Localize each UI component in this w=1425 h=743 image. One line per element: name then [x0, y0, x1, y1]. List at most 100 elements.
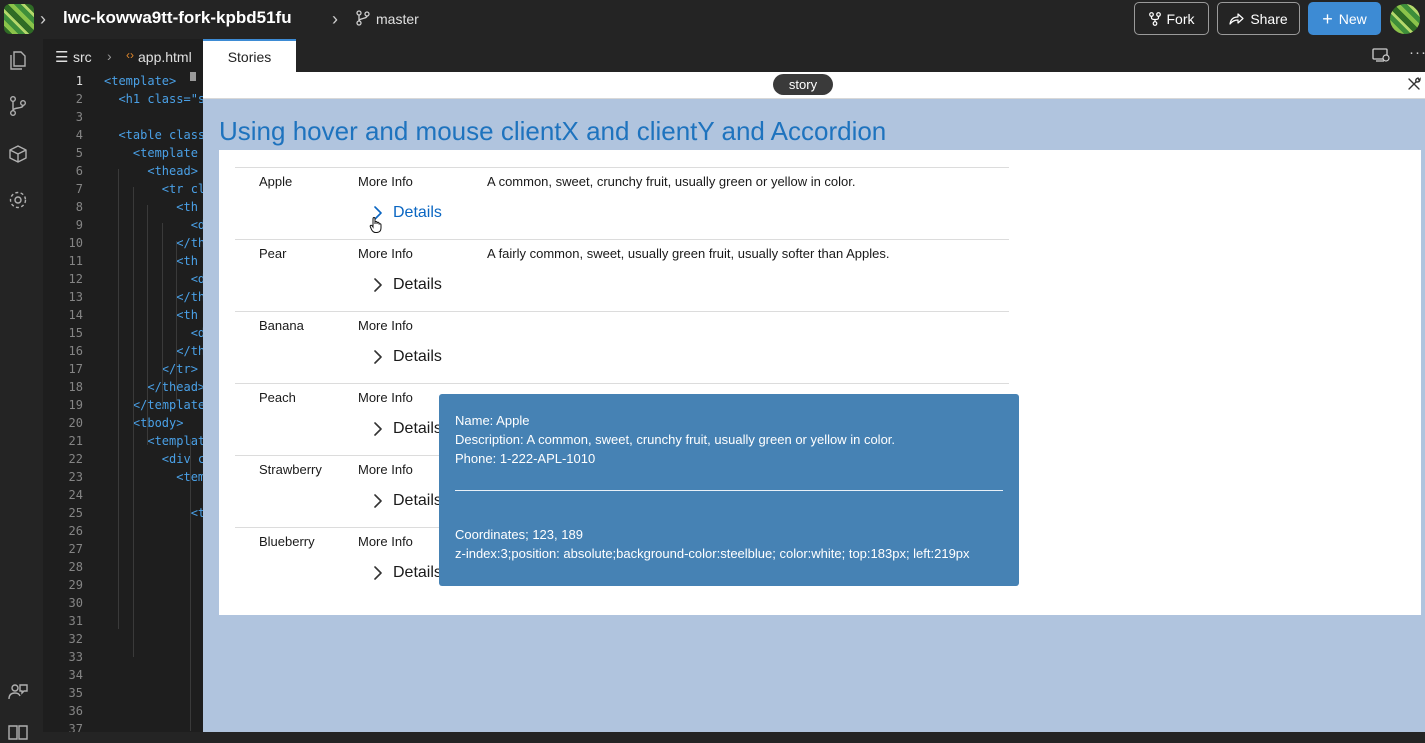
code-line[interactable]: 27 [43, 540, 203, 558]
branch-name[interactable]: master [376, 11, 419, 27]
fork-button[interactable]: Fork [1134, 2, 1209, 35]
new-label: New [1338, 10, 1367, 27]
code-line[interactable]: 9 <d [43, 216, 203, 234]
line-number: 8 [75, 200, 83, 214]
tab-stories[interactable]: Stories [203, 39, 296, 72]
more-info-link[interactable]: More Info [358, 534, 413, 549]
user-avatar[interactable] [1390, 4, 1420, 34]
code-line[interactable]: 11 <th [43, 252, 203, 270]
code-line[interactable]: 26 [43, 522, 203, 540]
line-number: 13 [68, 290, 83, 304]
code-editor[interactable]: ☰ src › ‹› app.html 1 <template> 2 <h1 cla… [43, 39, 203, 732]
code-line[interactable]: 25 <t [43, 504, 203, 522]
line-number: 1 [75, 74, 83, 88]
code-line[interactable]: 17 </tr> [43, 360, 203, 378]
code-line[interactable]: 34 [43, 666, 203, 684]
code-line[interactable]: 5 <template [43, 144, 203, 162]
code-line[interactable]: 23 <tem [43, 468, 203, 486]
code-line[interactable]: 6 <thead> [43, 162, 203, 180]
source-control-icon[interactable] [7, 95, 29, 117]
code-line[interactable]: 30 [43, 594, 203, 612]
code-text[interactable]: <template> [104, 72, 176, 90]
code-line[interactable]: 24 [43, 486, 203, 504]
chevron-right-icon [374, 422, 382, 436]
code-line[interactable]: 20 <tbody> [43, 414, 203, 432]
open-preview-icon[interactable] [1372, 48, 1390, 63]
docs-icon[interactable] [7, 721, 29, 743]
code-line[interactable]: 35 [43, 684, 203, 702]
breadcrumb-file[interactable]: app.html [138, 49, 192, 65]
code-line[interactable]: 22 <div c [43, 450, 203, 468]
line-number: 19 [68, 398, 83, 412]
project-avatar[interactable] [4, 4, 34, 34]
line-number: 14 [68, 308, 83, 322]
code-text[interactable]: <tbody> [104, 414, 184, 432]
more-options-icon[interactable]: ··· [1409, 44, 1425, 61]
share-button[interactable]: Share [1217, 2, 1300, 35]
code-line[interactable]: 31 [43, 612, 203, 630]
code-line[interactable]: 1 <template> [43, 72, 203, 90]
fruit-name: Banana [259, 318, 304, 333]
code-line[interactable]: 4 <table class [43, 126, 203, 144]
new-button[interactable]: + New [1308, 2, 1381, 35]
code-line[interactable]: 28 [43, 558, 203, 576]
feedback-icon[interactable] [7, 681, 29, 703]
settings-icon[interactable] [7, 189, 29, 211]
fruit-description: A fairly common, sweet, usually green fr… [487, 246, 890, 261]
content-card: Apple More Info A common, sweet, crunchy f… [219, 150, 1421, 615]
fruit-name: Pear [259, 246, 287, 261]
code-line[interactable]: 21 <templat [43, 432, 203, 450]
code-line[interactable]: 12 <d [43, 270, 203, 288]
menu-icon[interactable]: ☰ [55, 48, 68, 66]
code-line[interactable]: 2 <h1 class="s [43, 90, 203, 108]
line-number: 37 [68, 722, 83, 732]
code-line[interactable]: 18 </thead> [43, 378, 203, 396]
more-info-link[interactable]: More Info [358, 174, 413, 189]
details-accordion-toggle[interactable]: Details [369, 492, 442, 510]
code-line[interactable]: 10 </th [43, 234, 203, 252]
indent-guide [176, 241, 177, 401]
line-number: 9 [75, 218, 83, 232]
breadcrumb-folder[interactable]: src [73, 49, 92, 65]
code-line[interactable]: 8 <th [43, 198, 203, 216]
fork-icon [1148, 11, 1161, 26]
code-text[interactable]: <table class [104, 126, 203, 144]
code-line[interactable]: 15 <d [43, 324, 203, 342]
more-info-link[interactable]: More Info [358, 318, 413, 333]
story-selector[interactable]: story [773, 74, 833, 95]
code-line[interactable]: 7 <tr cl [43, 180, 203, 198]
indent-guide [147, 205, 148, 445]
code-line[interactable]: 19 </template [43, 396, 203, 414]
share-icon [1229, 13, 1244, 25]
details-accordion-toggle[interactable]: Details [369, 348, 442, 366]
code-line[interactable]: 14 <th [43, 306, 203, 324]
more-info-link[interactable]: More Info [358, 390, 413, 405]
more-info-link[interactable]: More Info [358, 246, 413, 261]
files-icon[interactable] [7, 49, 29, 71]
package-icon[interactable] [7, 143, 29, 165]
code-line[interactable]: 29 [43, 576, 203, 594]
hover-tooltip: Name: Apple Description: A common, sweet… [439, 394, 1019, 586]
details-accordion-toggle[interactable]: Details [369, 276, 442, 294]
fruit-name: Peach [259, 390, 296, 405]
line-number: 12 [68, 272, 83, 286]
code-line[interactable]: 37 [43, 720, 203, 732]
code-line[interactable]: 32 [43, 630, 203, 648]
code-line[interactable]: 16 </th [43, 342, 203, 360]
code-line[interactable]: 36 [43, 702, 203, 720]
code-line[interactable]: 13 </th [43, 288, 203, 306]
table-row: Banana More Info Details [235, 312, 1009, 384]
line-number: 16 [68, 344, 83, 358]
details-accordion-toggle[interactable]: Details [369, 564, 442, 582]
code-lines[interactable]: 1 <template> 2 <h1 class="s 3 4 <table class… [43, 72, 203, 732]
code-line[interactable]: 33 [43, 648, 203, 666]
code-line[interactable]: 3 [43, 108, 203, 126]
project-name[interactable]: lwc-kowwa9tt-fork-kpbd51fu [63, 8, 292, 28]
code-text[interactable]: <template [104, 144, 198, 162]
more-info-link[interactable]: More Info [358, 462, 413, 477]
indent-guide [190, 439, 191, 731]
tools-icon[interactable] [1407, 77, 1421, 91]
line-number: 24 [68, 488, 83, 502]
code-text[interactable]: <h1 class="s [104, 90, 203, 108]
details-accordion-toggle[interactable]: Details [369, 420, 442, 438]
